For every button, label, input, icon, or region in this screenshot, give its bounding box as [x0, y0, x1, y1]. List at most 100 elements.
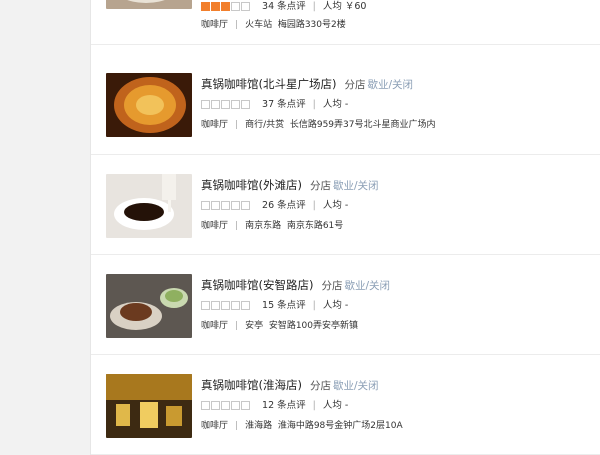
star-icon: [201, 99, 210, 109]
star-icon: [211, 99, 220, 109]
category[interactable]: 咖啡厅: [201, 20, 228, 30]
branch-tag[interactable]: 分店: [321, 280, 342, 292]
address: 长信路959弄37号北斗星商业广场内: [289, 120, 436, 130]
district[interactable]: 安亭: [245, 321, 263, 331]
review-count[interactable]: 12 条点评: [262, 400, 306, 411]
meta-line: 咖啡厅 | 商行/共赏 长信路959弄37号北斗星商业广场内: [201, 118, 435, 132]
rating-line: 12 条点评 | 人均 -: [201, 399, 348, 413]
star-icon: [221, 1, 230, 11]
shop-list: 34 条点评 | 人均 ￥60 咖啡厅 | 火车站 梅园路330号2楼 真锅咖啡馆(北斗…: [90, 0, 600, 455]
meta-line: 咖啡厅 | 南京东路 南京东路61号: [201, 219, 343, 233]
rating-line: 37 条点评 | 人均 -: [201, 98, 348, 112]
status-badge: 歇业/关闭: [332, 180, 379, 192]
shop-photo[interactable]: [106, 174, 192, 238]
list-item[interactable]: 真锅咖啡馆(安智路店) 分店 歇业/关闭 15 条点评 | 人均 - 咖啡厅 | 安亭 安智…: [91, 255, 600, 355]
rating-line: 15 条点评 | 人均 -: [201, 299, 348, 313]
star-icon: [211, 400, 220, 410]
star-icon: [231, 1, 240, 11]
star-rating: [201, 200, 251, 211]
review-count[interactable]: 37 条点评: [262, 99, 306, 110]
star-icon: [231, 200, 240, 210]
list-item[interactable]: 真锅咖啡馆(外滩店) 分店 歇业/关闭 26 条点评 | 人均 - 咖啡厅 | 南京东路 南…: [91, 155, 600, 255]
address: 梅园路330号2楼: [277, 20, 346, 30]
branch-tag[interactable]: 分店: [344, 79, 365, 91]
food-photo-icon: [106, 274, 192, 338]
star-icon: [211, 300, 220, 310]
avg-price: 人均 -: [322, 200, 349, 211]
star-icon: [221, 200, 230, 210]
category[interactable]: 咖啡厅: [201, 120, 228, 130]
district[interactable]: 商行/共赏: [245, 120, 284, 130]
shop-name[interactable]: 真锅咖啡馆(北斗星广场店): [201, 77, 336, 91]
star-rating: [201, 400, 251, 411]
star-icon: [241, 200, 250, 210]
address: 安智路100弄安亭新镇: [268, 321, 358, 331]
branch-tag[interactable]: 分店: [310, 180, 331, 192]
avg-price: 人均 -: [322, 99, 349, 110]
star-icon: [231, 400, 240, 410]
shop-title-line: 真锅咖啡馆(安智路店) 分店 歇业/关闭: [201, 277, 390, 293]
food-photo-icon: [106, 0, 192, 9]
star-icon: [201, 300, 210, 310]
shop-name[interactable]: 真锅咖啡馆(安智路店): [201, 278, 313, 292]
rating-line: 34 条点评 | 人均 ￥60: [201, 0, 366, 14]
star-icon: [211, 200, 220, 210]
list-item[interactable]: 34 条点评 | 人均 ￥60 咖啡厅 | 火车站 梅园路330号2楼: [91, 0, 600, 45]
review-count[interactable]: 15 条点评: [262, 300, 306, 311]
category[interactable]: 咖啡厅: [201, 421, 228, 431]
star-icon: [241, 300, 250, 310]
star-icon: [201, 400, 210, 410]
star-rating: [201, 99, 251, 110]
status-badge: 歇业/关闭: [367, 79, 414, 91]
star-icon: [231, 300, 240, 310]
shop-title-line: 真锅咖啡馆(北斗星广场店) 分店 歇业/关闭: [201, 76, 413, 92]
address: 南京东路61号: [286, 221, 344, 231]
separator: |: [235, 421, 239, 431]
separator: |: [235, 221, 239, 231]
interior-photo-icon: [106, 374, 192, 438]
shop-title-line: 真锅咖啡馆(淮海店) 分店 歇业/关闭: [201, 377, 379, 393]
star-icon: [241, 99, 250, 109]
meta-line: 咖啡厅 | 淮海路 淮海中路98号金钟广场2层10A: [201, 419, 403, 433]
star-icon: [231, 99, 240, 109]
meta-line: 咖啡厅 | 安亭 安智路100弄安亭新镇: [201, 319, 358, 333]
category[interactable]: 咖啡厅: [201, 321, 228, 331]
district[interactable]: 火车站: [245, 20, 272, 30]
separator: |: [312, 300, 316, 311]
shop-photo[interactable]: [106, 0, 192, 9]
review-count[interactable]: 26 条点评: [262, 200, 306, 211]
shop-photo[interactable]: [106, 73, 192, 137]
review-count[interactable]: 34 条点评: [262, 1, 306, 12]
avg-price: 人均 -: [322, 400, 349, 411]
star-rating: [201, 300, 251, 311]
list-item[interactable]: 真锅咖啡馆(北斗星广场店) 分店 歇业/关闭 37 条点评 | 人均 - 咖啡厅 | 商行/…: [91, 55, 600, 155]
shop-title-line: 真锅咖啡馆(外滩店) 分店 歇业/关闭: [201, 177, 379, 193]
category[interactable]: 咖啡厅: [201, 221, 228, 231]
star-icon: [201, 200, 210, 210]
coffee-photo-icon: [106, 174, 192, 238]
district[interactable]: 南京东路: [245, 221, 281, 231]
shop-photo[interactable]: [106, 374, 192, 438]
star-icon: [211, 1, 220, 11]
status-badge: 歇业/关闭: [344, 280, 391, 292]
avg-price: 人均 ￥60: [322, 1, 367, 12]
branch-tag[interactable]: 分店: [310, 380, 331, 392]
food-photo-icon: [106, 73, 192, 137]
list-item[interactable]: 真锅咖啡馆(淮海店) 分店 歇业/关闭 12 条点评 | 人均 - 咖啡厅 | 淮海路 淮海…: [91, 355, 600, 455]
shop-name[interactable]: 真锅咖啡馆(淮海店): [201, 378, 302, 392]
shop-photo[interactable]: [106, 274, 192, 338]
rating-line: 26 条点评 | 人均 -: [201, 199, 348, 213]
district[interactable]: 淮海路: [245, 421, 272, 431]
star-icon: [201, 1, 210, 11]
separator: |: [312, 99, 316, 110]
meta-line: 咖啡厅 | 火车站 梅园路330号2楼: [201, 18, 346, 32]
star-icon: [221, 99, 230, 109]
star-icon: [241, 400, 250, 410]
star-rating: [201, 1, 251, 12]
status-badge: 歇业/关闭: [332, 380, 379, 392]
separator: |: [235, 120, 239, 130]
separator: |: [235, 321, 239, 331]
shop-name[interactable]: 真锅咖啡馆(外滩店): [201, 178, 302, 192]
star-icon: [221, 300, 230, 310]
separator: |: [312, 200, 316, 211]
